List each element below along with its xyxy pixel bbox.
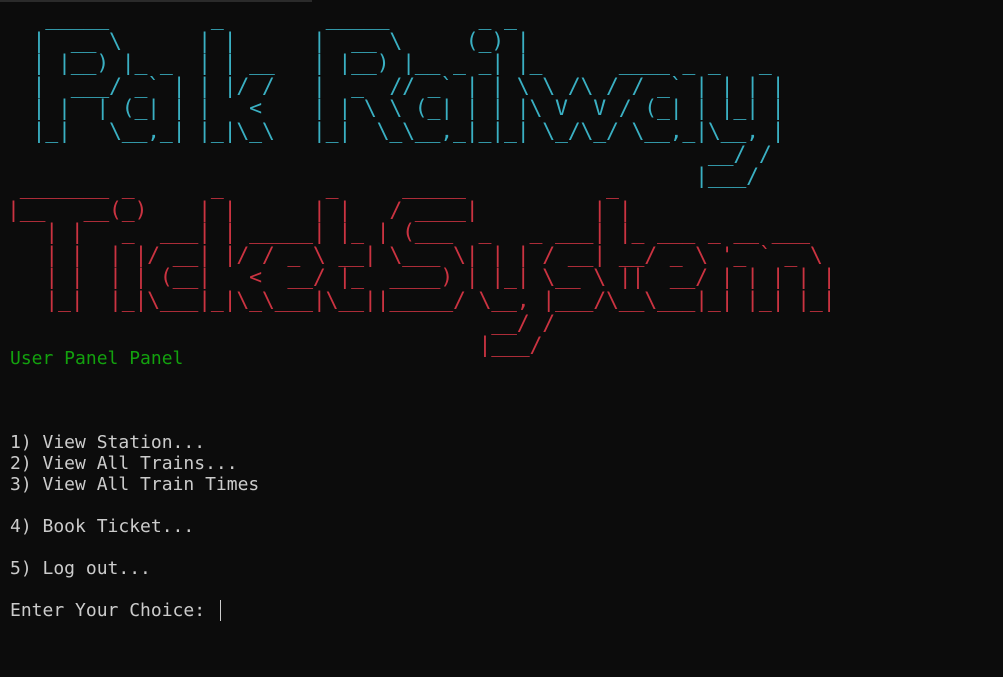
menu-item-view-train-times: 3) View All Train Times <box>10 474 260 495</box>
ascii-banner-pak-railway: _____ _ _____ _ _ | __ \ | | | __ \ (_) … <box>32 6 785 190</box>
text-cursor[interactable] <box>219 600 221 621</box>
selection-strip <box>0 0 312 2</box>
panel-title: User Panel Panel <box>10 348 184 369</box>
menu-item-book-ticket: 4) Book Ticket... <box>10 516 195 537</box>
terminal-window: _____ _ _____ _ _ | __ \ | | | __ \ (_) … <box>0 0 1003 677</box>
menu-item-view-station: 1) View Station... <box>10 432 206 453</box>
ascii-banner-ticket-system: _______ _ _ _ _____ _ |__ __(_) | | | | … <box>7 175 836 359</box>
choice-prompt-label: Enter Your Choice: <box>10 600 216 621</box>
menu-item-log-out: 5) Log out... <box>10 558 151 579</box>
choice-prompt-line[interactable]: Enter Your Choice: <box>10 600 221 621</box>
menu-item-view-all-trains: 2) View All Trains... <box>10 453 238 474</box>
